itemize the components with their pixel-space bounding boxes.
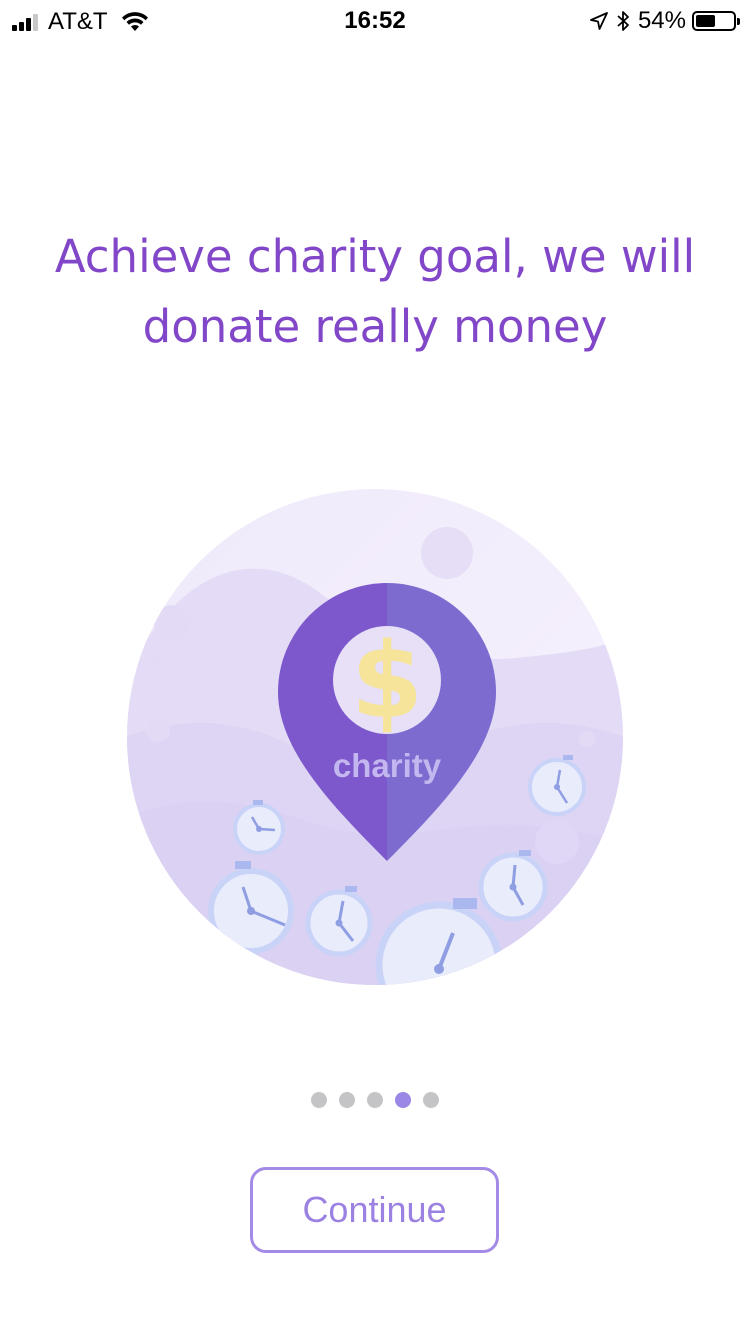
page-dot[interactable] <box>311 1092 327 1108</box>
headline-line-2: donate really money <box>142 300 608 353</box>
page-dot[interactable] <box>395 1092 411 1108</box>
status-bar-right: 54% <box>590 7 740 35</box>
page-dot[interactable] <box>423 1092 439 1108</box>
location-arrow-icon <box>590 12 608 30</box>
pin-label: charity <box>333 747 442 784</box>
page-indicator <box>0 1092 750 1108</box>
status-bar: AT&T 16:52 54% <box>0 0 750 40</box>
page-dot[interactable] <box>367 1092 383 1108</box>
headline-line-1: Achieve charity goal, we will <box>54 230 696 283</box>
charity-illustration: $ charity <box>127 489 623 985</box>
battery-fill <box>696 15 716 27</box>
battery-percent: 54% <box>637 7 686 34</box>
battery-cap <box>737 18 740 25</box>
page-dot[interactable] <box>339 1092 355 1108</box>
dollar-sign-icon: $ <box>351 620 423 742</box>
battery-icon <box>692 11 740 31</box>
page-title: Achieve charity goal, we will donate rea… <box>40 222 710 362</box>
bluetooth-icon <box>617 11 629 31</box>
onboarding-screen: AT&T 16:52 54% Achieve charity goal, we <box>0 0 750 1334</box>
continue-button[interactable]: Continue <box>250 1167 499 1253</box>
